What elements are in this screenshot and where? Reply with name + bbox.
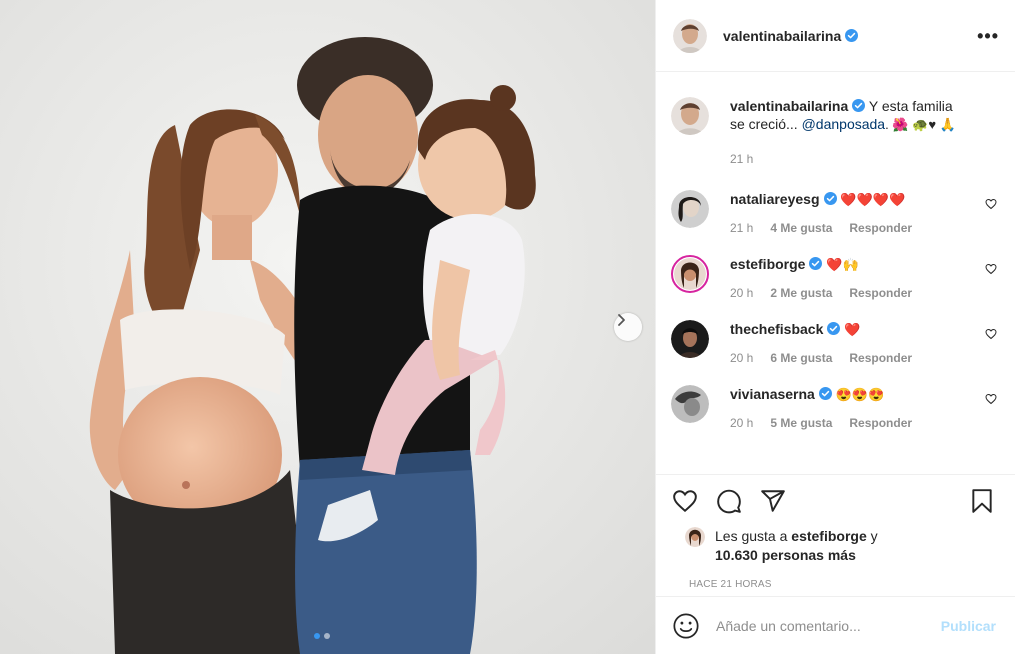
- verified-badge-icon: [809, 257, 823, 270]
- comment-time[interactable]: 21 h: [730, 219, 753, 237]
- carousel-dot-active: [314, 633, 320, 639]
- comment-meta: 21 h 4 Me gusta Responder: [730, 219, 1000, 237]
- comment-item: thechefisback ❤️ 20 h 6 Me gusta Respond…: [671, 320, 1000, 367]
- comment-time[interactable]: 20 h: [730, 414, 753, 432]
- comment-text: ❤️: [844, 322, 861, 337]
- comment-avatar-story-ring[interactable]: [671, 255, 709, 293]
- like-comment-heart-icon[interactable]: [985, 328, 997, 340]
- comment-time[interactable]: 20 h: [730, 349, 753, 367]
- post-caption: valentinabailarina Y esta familia se cre…: [671, 97, 1000, 168]
- avatar-image: [673, 18, 707, 53]
- caption-body: valentinabailarina Y esta familia se cre…: [730, 97, 1000, 168]
- like-comment-heart-icon[interactable]: [985, 393, 997, 405]
- comment-likes[interactable]: 5 Me gusta: [770, 414, 832, 432]
- likes-connector: y: [866, 528, 878, 544]
- comment-likes[interactable]: 4 Me gusta: [770, 219, 832, 237]
- verified-badge-icon: [827, 322, 841, 335]
- avatar-image: [671, 190, 709, 228]
- likes-summary: Les gusta a estefiborge y 10.630 persona…: [672, 527, 1000, 565]
- comment-item: estefiborge ❤️🙌 20 h 2 Me gusta Responde…: [671, 255, 1000, 302]
- post-side-panel: valentinabailarina ••• valentinabailarin…: [655, 0, 1015, 654]
- comment-time[interactable]: 20 h: [730, 284, 753, 302]
- like-comment-heart-icon[interactable]: [985, 198, 997, 210]
- chevron-right-icon: [618, 314, 625, 326]
- verified-badge-icon: [818, 387, 832, 400]
- comment-reply-button[interactable]: Responder: [849, 414, 912, 432]
- verified-badge-icon: [845, 29, 859, 42]
- comment-body: vivianaserna 😍😍😍 20 h 5 Me gusta Respond…: [730, 385, 1000, 432]
- comment-reply-button[interactable]: Responder: [849, 349, 912, 367]
- comment-text: 😍😍😍: [835, 387, 885, 402]
- family-photo-illustration: [0, 0, 655, 654]
- avatar-image: [671, 385, 709, 423]
- comment-text: ❤️🙌: [826, 257, 859, 272]
- post-header: valentinabailarina •••: [656, 0, 1015, 72]
- comment-text: ❤️❤️❤️❤️: [840, 192, 906, 207]
- comment-avatar[interactable]: [671, 385, 709, 423]
- avatar-image: [671, 320, 709, 358]
- emoji-smile-icon[interactable]: [672, 612, 700, 640]
- comment-meta: 20 h 2 Me gusta Responder: [730, 284, 1000, 302]
- liker-avatar[interactable]: [685, 527, 705, 547]
- comment-meta: 20 h 6 Me gusta Responder: [730, 349, 1000, 367]
- comment-body: nataliareyesg ❤️❤️❤️❤️ 21 h 4 Me gusta R…: [730, 190, 1000, 237]
- author-username[interactable]: valentinabailarina: [723, 28, 841, 44]
- caption-time[interactable]: 21 h: [730, 150, 753, 168]
- author-avatar[interactable]: [673, 18, 707, 53]
- comment-body: thechefisback ❤️ 20 h 6 Me gusta Respond…: [730, 320, 1000, 367]
- more-options-button[interactable]: •••: [977, 27, 999, 45]
- caption-meta: 21 h: [730, 150, 970, 168]
- likes-text: Les gusta a estefiborge y 10.630 persona…: [715, 527, 878, 565]
- comment-item: nataliareyesg ❤️❤️❤️❤️ 21 h 4 Me gusta R…: [671, 190, 1000, 237]
- carousel-dot: [324, 633, 330, 639]
- post-photo[interactable]: [0, 0, 655, 654]
- post-time-ago[interactable]: HACE 21 HORAS: [689, 579, 1000, 590]
- comment-body: estefiborge ❤️🙌 20 h 2 Me gusta Responde…: [730, 255, 1000, 302]
- avatar-image: [674, 258, 706, 290]
- caption-username[interactable]: valentinabailarina: [730, 98, 848, 114]
- comment-username[interactable]: vivianaserna: [730, 386, 815, 402]
- avatar-image: [685, 527, 705, 547]
- caption-emojis: . 🌺 🐢♥ 🙏: [885, 117, 956, 132]
- caption-avatar[interactable]: [671, 97, 709, 135]
- likes-others-link[interactable]: 10.630 personas más: [715, 547, 856, 563]
- add-comment-bar: Publicar: [656, 596, 1015, 654]
- avatar-image: [671, 97, 709, 135]
- post-actions-area: Les gusta a estefiborge y 10.630 persona…: [656, 474, 1015, 590]
- comment-meta: 20 h 5 Me gusta Responder: [730, 414, 1000, 432]
- comment-likes[interactable]: 6 Me gusta: [770, 349, 832, 367]
- comments-list[interactable]: valentinabailarina Y esta familia se cre…: [656, 73, 1015, 473]
- comment-likes[interactable]: 2 Me gusta: [770, 284, 832, 302]
- verified-badge-icon: [823, 192, 837, 205]
- save-bookmark-icon[interactable]: [969, 488, 995, 514]
- action-bar: [672, 475, 1000, 527]
- publish-button[interactable]: Publicar: [941, 618, 996, 634]
- comment-username[interactable]: nataliareyesg: [730, 191, 820, 207]
- verified-badge-icon: [852, 99, 866, 112]
- share-paper-plane-icon[interactable]: [760, 488, 786, 514]
- comment-avatar[interactable]: [671, 320, 709, 358]
- comment-bubble-icon[interactable]: [716, 488, 742, 514]
- next-photo-button[interactable]: [614, 313, 642, 341]
- comment-reply-button[interactable]: Responder: [849, 219, 912, 237]
- likes-prefix: Les gusta a: [715, 528, 792, 544]
- like-heart-icon[interactable]: [672, 488, 698, 514]
- comment-avatar[interactable]: [671, 190, 709, 228]
- comment-username[interactable]: estefiborge: [730, 256, 805, 272]
- comment-username[interactable]: thechefisback: [730, 321, 823, 337]
- like-comment-heart-icon[interactable]: [985, 263, 997, 275]
- comment-item: vivianaserna 😍😍😍 20 h 5 Me gusta Respond…: [671, 385, 1000, 432]
- caption-mention-link[interactable]: @danposada: [802, 116, 886, 132]
- carousel-dots: [314, 633, 330, 639]
- likes-user-link[interactable]: estefiborge: [791, 528, 866, 544]
- comment-reply-button[interactable]: Responder: [849, 284, 912, 302]
- comment-input[interactable]: [716, 617, 941, 634]
